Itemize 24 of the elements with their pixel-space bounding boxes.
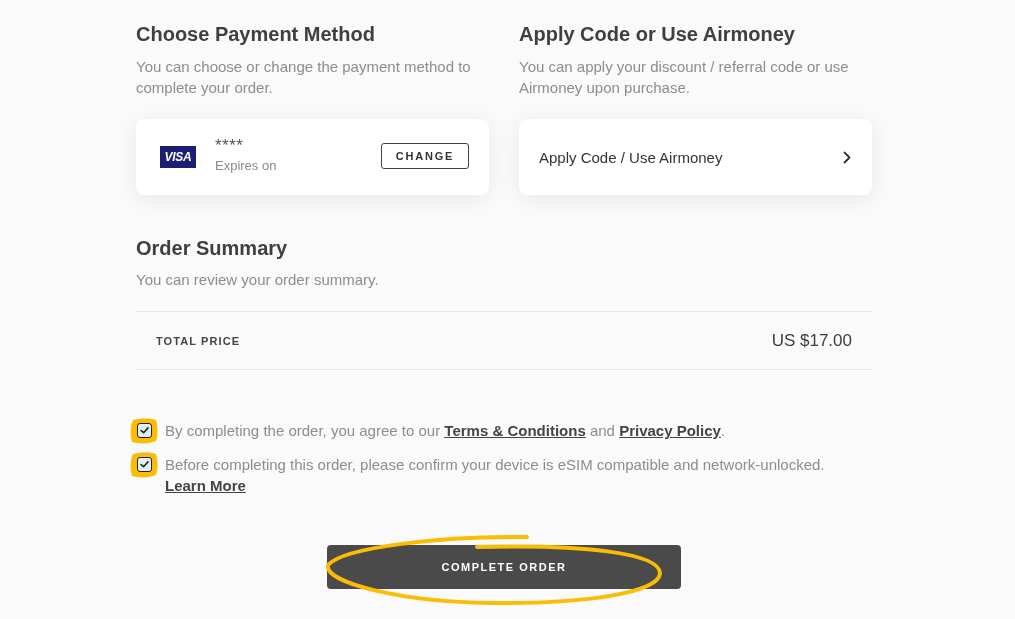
section-description: You can choose or change the payment method to complete your order. [136, 57, 472, 98]
total-price-label: TOTAL PRICE [156, 334, 241, 347]
card-number: **** [215, 136, 244, 155]
checkbox[interactable] [137, 457, 152, 472]
inline-link[interactable]: Learn More [165, 477, 246, 494]
checkmark-icon [140, 461, 149, 468]
change-button[interactable]: CHANGE [381, 143, 469, 169]
total-price-value: US $17.00 [771, 330, 852, 351]
section-title: Order Summary [136, 236, 288, 260]
checkmark-icon [140, 427, 149, 434]
checkbox[interactable] [137, 423, 152, 438]
section-description: You can apply your discount / referral code or use Airmoney upon purchase. [519, 57, 850, 98]
inline-link[interactable]: Privacy Policy [619, 422, 721, 439]
card-brand-logo: VISA [160, 146, 196, 168]
inline-link[interactable]: Terms & Conditions [444, 422, 586, 439]
agreement-text: Before completing this order, please confirm your device is eSIM compatible and network-unlocked. Learn More [165, 455, 826, 496]
card-expiry: Expires on [215, 156, 277, 174]
apply-code-button[interactable]: Apply Code / Use Airmoney [519, 119, 872, 195]
section-description: You can review your order summary. [136, 270, 379, 290]
agreement-text: By completing the order, you agree to our Terms & Conditions and Privacy Policy. [165, 421, 726, 441]
section-title: Apply Code or Use Airmoney [519, 22, 795, 46]
chevron-right-icon [843, 150, 851, 164]
section-title: Choose Payment Method [136, 22, 375, 46]
complete-order-button[interactable]: COMPLETE ORDER [327, 545, 681, 589]
